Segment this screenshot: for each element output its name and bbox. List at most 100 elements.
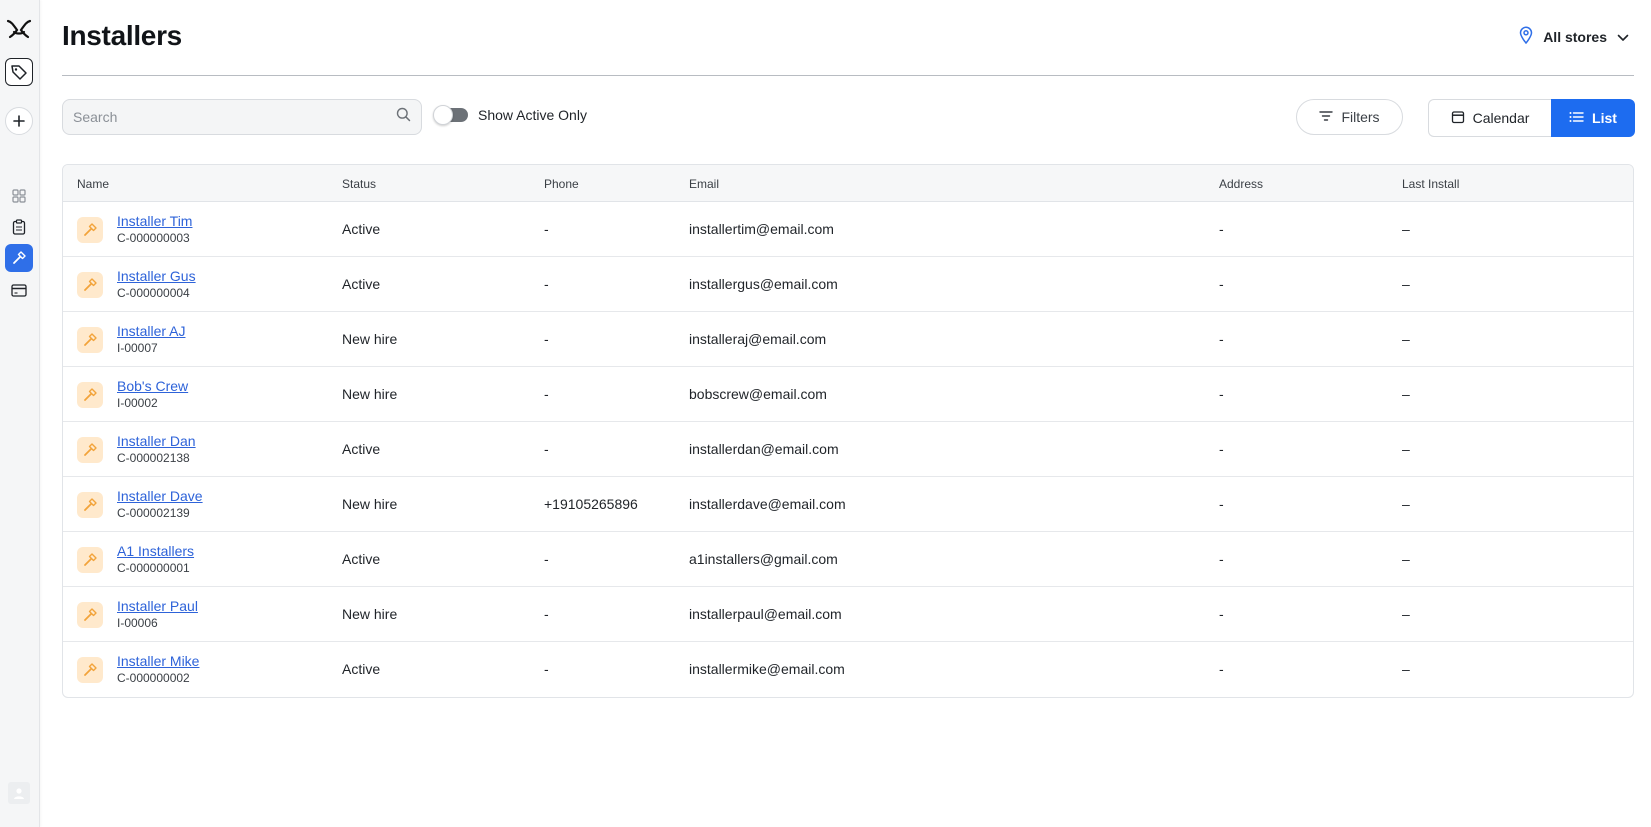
credit-card-icon[interactable]	[4, 275, 34, 305]
toggle-switch[interactable]	[433, 105, 468, 125]
installer-name-link[interactable]: Installer Tim	[117, 213, 192, 230]
installer-address: -	[1219, 221, 1224, 237]
installer-status: Active	[342, 551, 381, 567]
installer-status: New hire	[342, 496, 398, 512]
installer-status: New hire	[342, 386, 398, 402]
installer-name-cell: Installer Mike C-000000002	[77, 653, 199, 687]
search-input[interactable]	[73, 109, 396, 125]
hammer-icon	[77, 382, 103, 408]
installer-last-install: –	[1402, 661, 1410, 677]
list-label: List	[1592, 110, 1617, 126]
installer-id: C-000000002	[117, 671, 190, 685]
installer-name-link[interactable]: Installer Paul	[117, 598, 198, 615]
installer-phone: -	[544, 276, 549, 292]
installer-last-install: –	[1402, 331, 1410, 347]
installer-phone: -	[544, 221, 549, 237]
store-picker[interactable]: All stores	[1519, 26, 1629, 47]
installer-email: installertim@email.com	[689, 221, 834, 237]
table-row[interactable]: Installer AJ I-00007 New hire - installe…	[63, 312, 1633, 367]
installer-name-link[interactable]: Installer Gus	[117, 268, 196, 285]
installer-name-cell: Installer Gus C-000000004	[77, 268, 196, 302]
plus-icon[interactable]	[5, 107, 33, 135]
installer-name-cell: Installer Paul I-00006	[77, 598, 198, 632]
installer-last-install: –	[1402, 276, 1410, 292]
column-header-status[interactable]: Status	[342, 177, 376, 191]
installer-phone: -	[544, 386, 549, 402]
show-active-only-toggle[interactable]: Show Active Only	[433, 105, 587, 125]
table-row[interactable]: Installer Paul I-00006 New hire - instal…	[63, 587, 1633, 642]
installer-name-link[interactable]: Bob's Crew	[117, 378, 188, 395]
installer-last-install: –	[1402, 551, 1410, 567]
filters-label: Filters	[1341, 109, 1380, 125]
table-body: Installer Tim C-000000003 Active - insta…	[63, 202, 1633, 697]
installer-id: C-000000001	[117, 561, 190, 575]
table-row[interactable]: Installer Gus C-000000004 Active - insta…	[63, 257, 1633, 312]
installer-id: C-000002138	[117, 451, 190, 465]
installer-name-cell: Bob's Crew I-00002	[77, 378, 188, 412]
installer-email: installerdan@email.com	[689, 441, 839, 457]
view-toggle-group: Calendar List	[1428, 99, 1635, 137]
calendar-icon	[1451, 110, 1465, 127]
toggle-knob	[433, 105, 453, 125]
user-avatar-icon[interactable]	[8, 782, 30, 804]
map-pin-icon	[1519, 26, 1533, 47]
tag-icon[interactable]	[5, 58, 33, 86]
column-header-phone[interactable]: Phone	[544, 177, 579, 191]
installer-email: a1installers@gmail.com	[689, 551, 838, 567]
installer-name-link[interactable]: Installer Dave	[117, 488, 203, 505]
installer-status: Active	[342, 661, 381, 677]
table-row[interactable]: Installer Dave C-000002139 New hire +191…	[63, 477, 1633, 532]
installer-name-link[interactable]: A1 Installers	[117, 543, 194, 560]
search-box[interactable]	[62, 99, 422, 135]
installer-name-cell: A1 Installers C-000000001	[77, 543, 194, 577]
table-row[interactable]: Installer Mike C-000000002 Active - inst…	[63, 642, 1633, 697]
table-row[interactable]: Installer Dan C-000002138 Active - insta…	[63, 422, 1633, 477]
list-icon	[1569, 110, 1584, 126]
installer-phone: -	[544, 661, 549, 677]
installer-address: -	[1219, 386, 1224, 402]
installer-email: installergus@email.com	[689, 276, 838, 292]
table-row[interactable]: A1 Installers C-000000001 Active - a1ins…	[63, 532, 1633, 587]
filter-icon	[1319, 109, 1334, 125]
hammer-icon[interactable]	[5, 244, 33, 272]
installer-id: I-00002	[117, 396, 158, 410]
installer-email: installerpaul@email.com	[689, 606, 842, 622]
installer-status: New hire	[342, 606, 398, 622]
installer-name-link[interactable]: Installer AJ	[117, 323, 185, 340]
installer-status: Active	[342, 441, 381, 457]
hammer-icon	[77, 272, 103, 298]
installer-email: installeraj@email.com	[689, 331, 827, 347]
installer-address: -	[1219, 606, 1224, 622]
installers-table: Name Status Phone Email Address Last Ins…	[62, 164, 1634, 698]
column-header-email[interactable]: Email	[689, 177, 719, 191]
list-view-button[interactable]: List	[1551, 99, 1635, 137]
hammer-icon	[77, 547, 103, 573]
column-header-name[interactable]: Name	[77, 177, 109, 191]
calendar-view-button[interactable]: Calendar	[1428, 99, 1551, 137]
installer-last-install: –	[1402, 496, 1410, 512]
installer-id: I-00006	[117, 616, 158, 630]
grid-icon[interactable]	[4, 181, 34, 211]
column-header-address[interactable]: Address	[1219, 177, 1263, 191]
filters-button[interactable]: Filters	[1296, 99, 1403, 135]
installer-email: bobscrew@email.com	[689, 386, 827, 402]
installer-id: C-000002139	[117, 506, 190, 520]
column-header-last-install[interactable]: Last Install	[1402, 177, 1459, 191]
installer-address: -	[1219, 276, 1224, 292]
search-icon[interactable]	[396, 107, 411, 127]
installer-email: installerdave@email.com	[689, 496, 846, 512]
table-row[interactable]: Installer Tim C-000000003 Active - insta…	[63, 202, 1633, 257]
installer-status: New hire	[342, 331, 398, 347]
installer-address: -	[1219, 331, 1224, 347]
installer-name-cell: Installer Dave C-000002139	[77, 488, 203, 522]
installer-name-cell: Installer Dan C-000002138	[77, 433, 196, 467]
installer-name-link[interactable]: Installer Mike	[117, 653, 199, 670]
installer-id: C-000000003	[117, 231, 190, 245]
table-row[interactable]: Bob's Crew I-00002 New hire - bobscrew@e…	[63, 367, 1633, 422]
brand-logo-icon[interactable]	[4, 14, 34, 44]
hammer-icon	[77, 602, 103, 628]
installer-name-cell: Installer Tim C-000000003	[77, 213, 192, 247]
installer-address: -	[1219, 661, 1224, 677]
installer-name-link[interactable]: Installer Dan	[117, 433, 196, 450]
clipboard-icon[interactable]	[4, 212, 34, 242]
